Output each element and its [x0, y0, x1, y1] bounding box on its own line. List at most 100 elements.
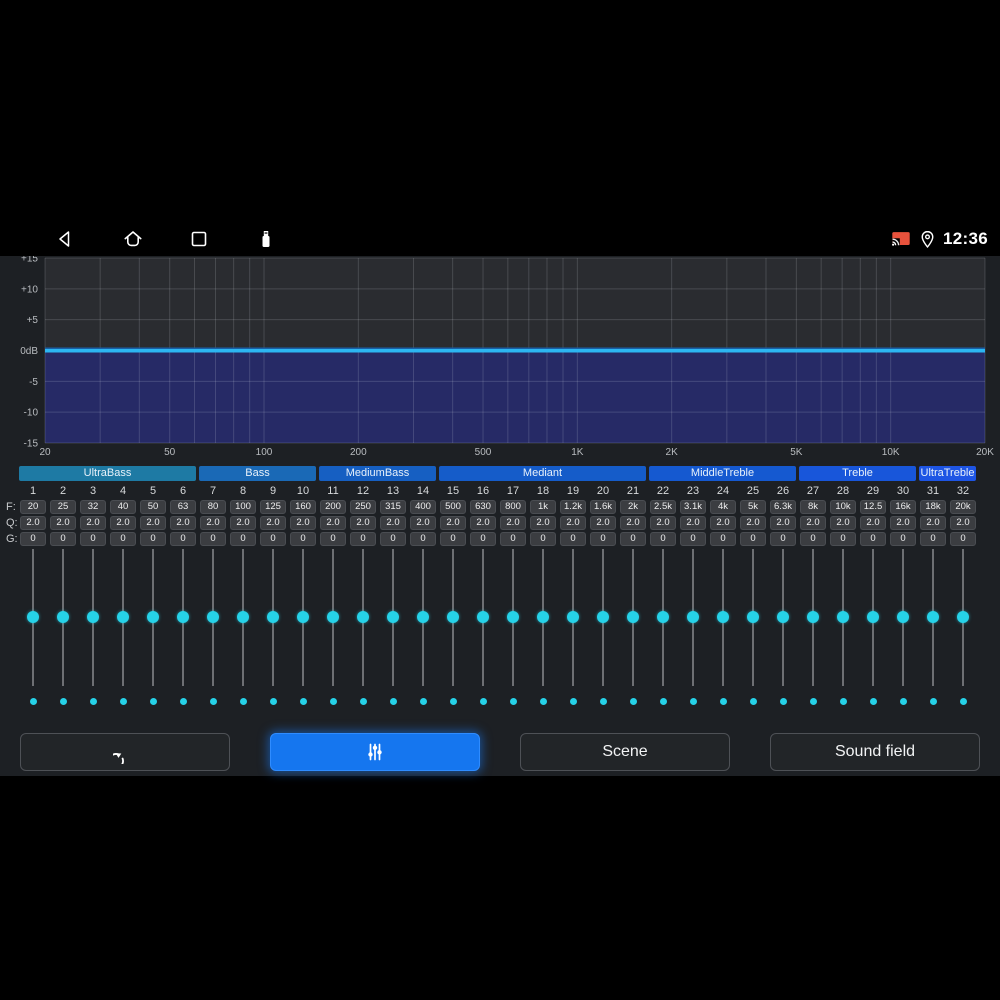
band-slider[interactable] [438, 548, 468, 688]
slider-knob[interactable] [657, 611, 669, 623]
q-value-box[interactable]: 2.0 [800, 516, 826, 530]
q-value-box[interactable]: 2.0 [680, 516, 706, 530]
freq-value-box[interactable]: 200 [320, 500, 346, 514]
freq-value-box[interactable]: 100 [230, 500, 256, 514]
band-slider[interactable] [708, 548, 738, 688]
q-value-box[interactable]: 2.0 [20, 516, 46, 530]
band-slider[interactable] [828, 548, 858, 688]
freq-value-box[interactable]: 160 [290, 500, 316, 514]
slider-knob[interactable] [537, 611, 549, 623]
slider-knob[interactable] [507, 611, 519, 623]
slider-knob[interactable] [387, 611, 399, 623]
q-value-box[interactable]: 2.0 [770, 516, 796, 530]
band-slider[interactable] [738, 548, 768, 688]
reset-button[interactable] [20, 733, 230, 771]
band-slider[interactable] [618, 548, 648, 688]
recents-icon[interactable] [187, 227, 211, 251]
q-value-box[interactable]: 2.0 [230, 516, 256, 530]
gain-value-box[interactable]: 0 [830, 532, 856, 546]
gain-value-box[interactable]: 0 [740, 532, 766, 546]
freq-value-box[interactable]: 80 [200, 500, 226, 514]
q-value-box[interactable]: 2.0 [620, 516, 646, 530]
band-slider[interactable] [138, 548, 168, 688]
q-value-box[interactable]: 2.0 [440, 516, 466, 530]
gain-value-box[interactable]: 0 [920, 532, 946, 546]
gain-value-box[interactable]: 0 [20, 532, 46, 546]
freq-value-box[interactable]: 315 [380, 500, 406, 514]
q-value-box[interactable]: 2.0 [200, 516, 226, 530]
gain-value-box[interactable]: 0 [890, 532, 916, 546]
gain-value-box[interactable]: 0 [410, 532, 436, 546]
q-value-box[interactable]: 2.0 [950, 516, 976, 530]
freq-value-box[interactable]: 125 [260, 500, 286, 514]
freq-value-box[interactable]: 8k [800, 500, 826, 514]
home-icon[interactable] [121, 227, 145, 251]
slider-knob[interactable] [597, 611, 609, 623]
gain-value-box[interactable]: 0 [230, 532, 256, 546]
freq-value-box[interactable]: 2k [620, 500, 646, 514]
gain-value-box[interactable]: 0 [800, 532, 826, 546]
slider-knob[interactable] [177, 611, 189, 623]
slider-knob[interactable] [927, 611, 939, 623]
band-slider[interactable] [288, 548, 318, 688]
band-slider[interactable] [528, 548, 558, 688]
slider-knob[interactable] [87, 611, 99, 623]
q-value-box[interactable]: 2.0 [80, 516, 106, 530]
gain-value-box[interactable]: 0 [500, 532, 526, 546]
band-slider[interactable] [948, 548, 978, 688]
freq-value-box[interactable]: 5k [740, 500, 766, 514]
slider-knob[interactable] [627, 611, 639, 623]
gain-value-box[interactable]: 0 [200, 532, 226, 546]
q-value-box[interactable]: 2.0 [290, 516, 316, 530]
freq-value-box[interactable]: 250 [350, 500, 376, 514]
band-slider[interactable] [888, 548, 918, 688]
band-slider[interactable] [348, 548, 378, 688]
slider-knob[interactable] [357, 611, 369, 623]
slider-knob[interactable] [57, 611, 69, 623]
slider-knob[interactable] [147, 611, 159, 623]
q-value-box[interactable]: 2.0 [410, 516, 436, 530]
freq-value-box[interactable]: 20 [20, 500, 46, 514]
q-value-box[interactable]: 2.0 [260, 516, 286, 530]
gain-value-box[interactable]: 0 [620, 532, 646, 546]
band-slider[interactable] [198, 548, 228, 688]
q-value-box[interactable]: 2.0 [590, 516, 616, 530]
freq-value-box[interactable]: 1.6k [590, 500, 616, 514]
q-value-box[interactable]: 2.0 [110, 516, 136, 530]
scene-button[interactable]: Scene [520, 733, 730, 771]
gain-value-box[interactable]: 0 [350, 532, 376, 546]
freq-value-box[interactable]: 630 [470, 500, 496, 514]
freq-value-box[interactable]: 2.5k [650, 500, 676, 514]
q-value-box[interactable]: 2.0 [560, 516, 586, 530]
slider-knob[interactable] [417, 611, 429, 623]
slider-knob[interactable] [207, 611, 219, 623]
gain-value-box[interactable]: 0 [110, 532, 136, 546]
freq-value-box[interactable]: 400 [410, 500, 436, 514]
back-icon[interactable] [53, 227, 77, 251]
slider-knob[interactable] [327, 611, 339, 623]
freq-value-box[interactable]: 63 [170, 500, 196, 514]
band-slider[interactable] [48, 548, 78, 688]
gain-value-box[interactable]: 0 [710, 532, 736, 546]
q-value-box[interactable]: 2.0 [830, 516, 856, 530]
band-slider[interactable] [378, 548, 408, 688]
equalizer-button[interactable] [270, 733, 480, 771]
gain-value-box[interactable]: 0 [590, 532, 616, 546]
gain-value-box[interactable]: 0 [950, 532, 976, 546]
q-value-box[interactable]: 2.0 [470, 516, 496, 530]
freq-value-box[interactable]: 16k [890, 500, 916, 514]
slider-knob[interactable] [957, 611, 969, 623]
gain-value-box[interactable]: 0 [860, 532, 886, 546]
q-value-box[interactable]: 2.0 [320, 516, 346, 530]
gain-value-box[interactable]: 0 [380, 532, 406, 546]
gain-value-box[interactable]: 0 [140, 532, 166, 546]
freq-value-box[interactable]: 12.5 [860, 500, 886, 514]
q-value-box[interactable]: 2.0 [860, 516, 886, 530]
band-slider[interactable] [918, 548, 948, 688]
freq-value-box[interactable]: 25 [50, 500, 76, 514]
gain-value-box[interactable]: 0 [770, 532, 796, 546]
band-slider[interactable] [678, 548, 708, 688]
band-slider[interactable] [258, 548, 288, 688]
q-value-box[interactable]: 2.0 [50, 516, 76, 530]
band-slider[interactable] [648, 548, 678, 688]
